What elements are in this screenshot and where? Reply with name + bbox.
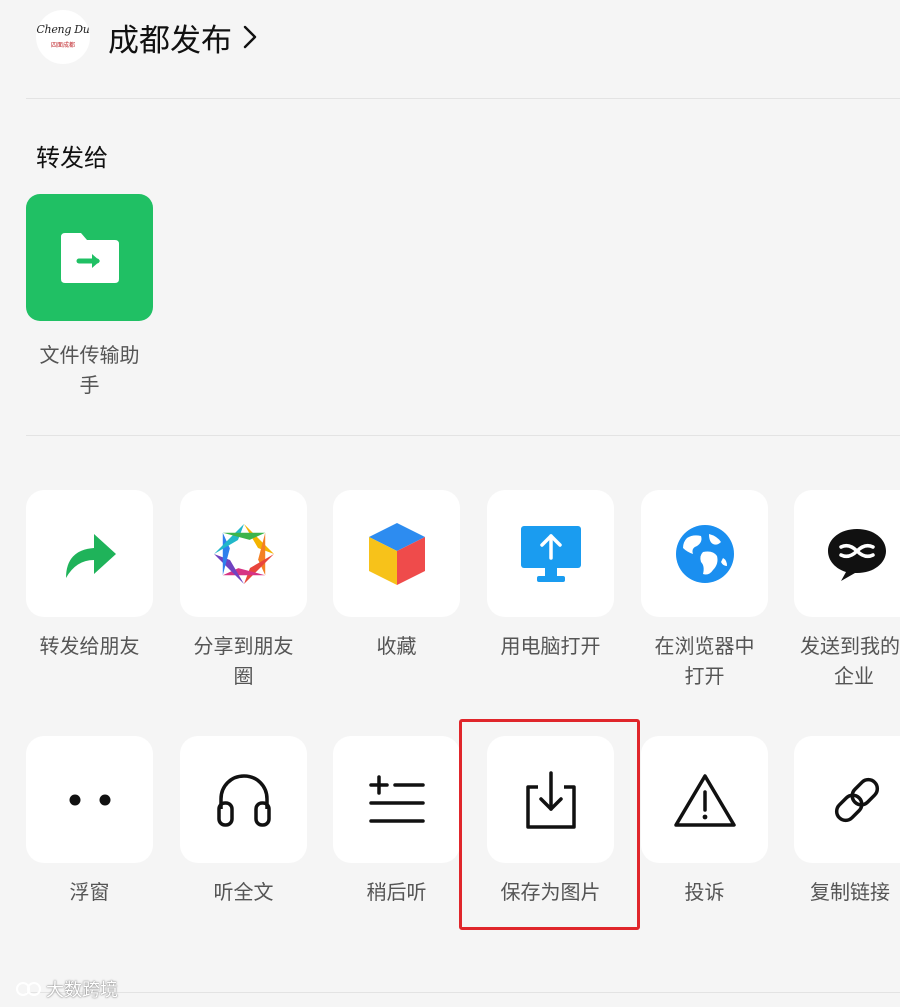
listen-later-tile (333, 736, 460, 863)
listen-full-text-label: 听全文 (213, 880, 274, 904)
watermark: 大数跨境 (16, 976, 118, 1002)
open-on-pc-button[interactable]: 用电脑打开 (487, 490, 614, 661)
account-name: 成都发布 (108, 22, 232, 59)
divider-bottom (26, 992, 900, 993)
open-in-browser-label-line2: 打开 (684, 664, 725, 688)
watermark-logo-icon (16, 982, 41, 996)
favorite-label: 收藏 (376, 634, 417, 658)
forward-to-friend-label: 转发给朋友 (39, 634, 140, 658)
share-to-moments-button[interactable]: 分享到朋友 圈 (180, 490, 307, 691)
account-title-link[interactable]: 成都发布 (108, 14, 258, 60)
watermark-text: 大数跨境 (46, 980, 118, 1001)
float-window-tile (26, 736, 153, 863)
share-to-moments-label-line2: 圈 (233, 664, 254, 688)
open-on-pc-icon (520, 525, 581, 582)
complain-button[interactable]: 投诉 (641, 736, 768, 907)
wecom-chat-icon (828, 528, 886, 581)
listen-full-text-tile (180, 736, 307, 863)
link-icon (834, 777, 880, 822)
favorite-button[interactable]: 收藏 (333, 490, 460, 661)
favorites-cube-icon (368, 522, 425, 585)
account-header[interactable]: Cheng Du 四面成都 成都发布 (0, 0, 900, 98)
listen-later-label: 稍后听 (366, 880, 427, 904)
headphones-icon (216, 773, 271, 827)
globe-icon (675, 524, 734, 583)
float-window-icon (69, 794, 110, 805)
complain-label: 投诉 (684, 880, 725, 904)
favorite-tile (333, 490, 460, 617)
avatar-logo-text: Cheng Du (36, 23, 90, 36)
send-to-wecom-tile (794, 490, 900, 617)
send-to-wecom-label-line1: 发送到我的 (800, 634, 900, 658)
moments-aperture-icon (213, 523, 274, 584)
contact-name-line1: 文件传输助 (39, 343, 140, 367)
listen-full-text-button[interactable]: 听全文 (180, 736, 307, 907)
divider-top (26, 98, 900, 99)
open-in-browser-button[interactable]: 在浏览器中 打开 (641, 490, 768, 691)
float-window-label: 浮窗 (69, 880, 110, 904)
copy-link-button[interactable]: 复制链接 (794, 736, 900, 907)
folder-arrow-icon (60, 232, 119, 283)
share-to-moments-tile (180, 490, 307, 617)
forward-to-friend-button[interactable]: 转发给朋友 (26, 490, 153, 661)
open-in-browser-tile (641, 490, 768, 617)
chevron-right-icon (242, 24, 258, 50)
forward-arrow-icon (65, 533, 116, 578)
listen-later-button[interactable]: 稍后听 (333, 736, 460, 907)
avatar-logo-subtext: 四面成都 (50, 42, 75, 49)
forward-to-friend-tile (26, 490, 153, 617)
open-on-pc-label: 用电脑打开 (500, 634, 601, 658)
open-on-pc-tile (487, 490, 614, 617)
contact-name-line2: 手 (79, 373, 100, 397)
open-in-browser-label-line1: 在浏览器中 (654, 634, 755, 658)
divider-middle (26, 435, 900, 436)
send-to-wecom-label-line2: 企业 (834, 664, 874, 688)
complain-tile (641, 736, 768, 863)
warning-icon (673, 773, 736, 827)
forward-section-label: 转发给 (36, 144, 108, 172)
account-avatar[interactable]: Cheng Du 四面成都 (36, 10, 90, 64)
file-transfer-assistant-label: 文件传输助 手 (26, 340, 153, 400)
copy-link-label: 复制链接 (810, 880, 890, 904)
send-to-wecom-button[interactable]: 发送到我的 企业 (794, 490, 900, 691)
share-to-moments-label-line1: 分享到朋友 (193, 634, 294, 658)
save-as-image-highlight-box (459, 719, 640, 930)
file-transfer-assistant-tile[interactable] (26, 194, 153, 321)
float-window-button[interactable]: 浮窗 (26, 736, 153, 907)
copy-link-tile (794, 736, 900, 863)
listen-later-icon (368, 774, 425, 823)
